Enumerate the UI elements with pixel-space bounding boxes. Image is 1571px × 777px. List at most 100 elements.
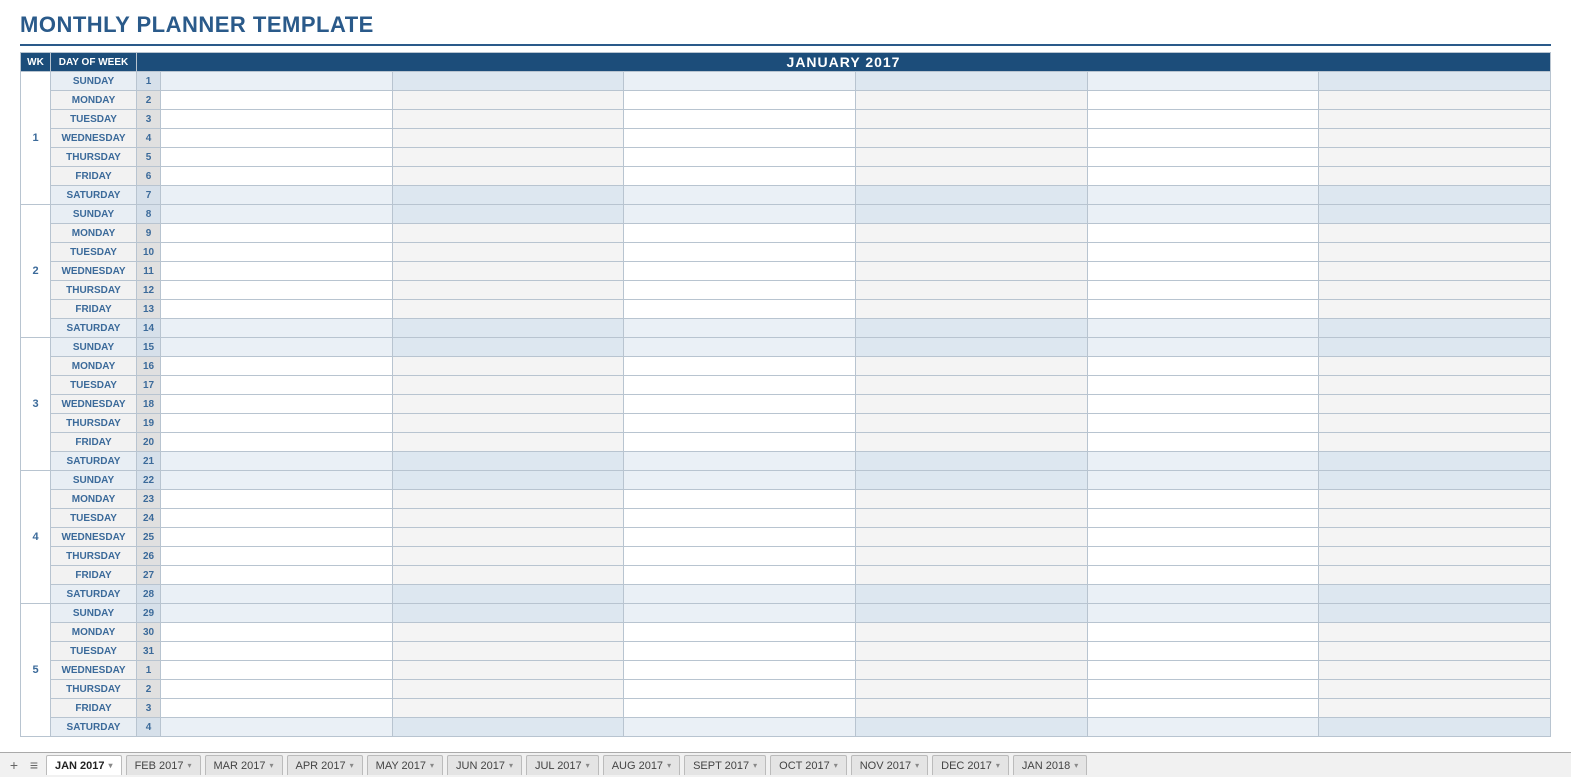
planner-slot[interactable] [1319,718,1551,737]
planner-slot[interactable] [392,566,624,585]
planner-slot[interactable] [1319,224,1551,243]
planner-slot[interactable] [624,243,856,262]
planner-slot[interactable] [1319,243,1551,262]
planner-slot[interactable] [161,395,393,414]
planner-slot[interactable] [855,148,1087,167]
planner-slot[interactable] [392,319,624,338]
planner-slot[interactable] [392,91,624,110]
planner-slot[interactable] [1087,186,1319,205]
planner-slot[interactable] [624,661,856,680]
planner-slot[interactable] [624,129,856,148]
planner-slot[interactable] [161,452,393,471]
planner-slot[interactable] [855,509,1087,528]
planner-slot[interactable] [1087,471,1319,490]
planner-slot[interactable] [161,148,393,167]
planner-slot[interactable] [1319,205,1551,224]
planner-slot[interactable] [161,281,393,300]
planner-slot[interactable] [1319,72,1551,91]
planner-slot[interactable] [392,357,624,376]
sheet-tab[interactable]: AUG 2017▾ [603,755,680,775]
planner-slot[interactable] [624,167,856,186]
planner-slot[interactable] [855,452,1087,471]
planner-slot[interactable] [624,699,856,718]
caret-down-icon[interactable]: ▾ [915,761,919,770]
planner-slot[interactable] [392,243,624,262]
planner-slot[interactable] [624,433,856,452]
planner-slot[interactable] [1087,376,1319,395]
sheet-tab[interactable]: SEPT 2017▾ [684,755,766,775]
planner-slot[interactable] [624,376,856,395]
planner-slot[interactable] [1319,376,1551,395]
planner-slot[interactable] [855,91,1087,110]
planner-slot[interactable] [392,262,624,281]
planner-slot[interactable] [1087,281,1319,300]
planner-slot[interactable] [1319,509,1551,528]
planner-slot[interactable] [392,585,624,604]
planner-slot[interactable] [624,604,856,623]
planner-slot[interactable] [1087,167,1319,186]
planner-slot[interactable] [392,642,624,661]
planner-slot[interactable] [1319,338,1551,357]
planner-slot[interactable] [624,72,856,91]
caret-down-icon[interactable]: ▾ [586,761,590,770]
planner-slot[interactable] [1087,243,1319,262]
planner-slot[interactable] [624,205,856,224]
planner-slot[interactable] [855,395,1087,414]
caret-down-icon[interactable]: ▾ [753,761,757,770]
planner-slot[interactable] [855,72,1087,91]
planner-slot[interactable] [855,414,1087,433]
planner-slot[interactable] [392,395,624,414]
planner-slot[interactable] [624,148,856,167]
planner-slot[interactable] [161,338,393,357]
sheet-tab[interactable]: JUN 2017▾ [447,755,522,775]
planner-slot[interactable] [392,300,624,319]
caret-down-icon[interactable]: ▾ [996,761,1000,770]
sheet-tab[interactable]: MAR 2017▾ [205,755,283,775]
planner-slot[interactable] [1319,167,1551,186]
planner-slot[interactable] [624,623,856,642]
planner-slot[interactable] [624,566,856,585]
planner-slot[interactable] [1319,129,1551,148]
caret-down-icon[interactable]: ▾ [269,761,273,770]
planner-slot[interactable] [1319,433,1551,452]
planner-slot[interactable] [1087,357,1319,376]
planner-slot[interactable] [1087,224,1319,243]
planner-slot[interactable] [1319,91,1551,110]
planner-slot[interactable] [392,490,624,509]
planner-slot[interactable] [161,91,393,110]
planner-slot[interactable] [392,414,624,433]
planner-slot[interactable] [161,490,393,509]
planner-slot[interactable] [855,490,1087,509]
planner-slot[interactable] [1319,357,1551,376]
planner-slot[interactable] [392,604,624,623]
planner-slot[interactable] [1087,490,1319,509]
sheet-tab[interactable]: MAY 2017▾ [367,755,443,775]
planner-slot[interactable] [392,699,624,718]
planner-slot[interactable] [1087,680,1319,699]
planner-slot[interactable] [855,243,1087,262]
planner-slot[interactable] [161,471,393,490]
planner-slot[interactable] [1087,319,1319,338]
planner-slot[interactable] [624,547,856,566]
planner-slot[interactable] [855,680,1087,699]
planner-slot[interactable] [624,471,856,490]
planner-slot[interactable] [1087,338,1319,357]
planner-slot[interactable] [1087,205,1319,224]
planner-slot[interactable] [161,547,393,566]
planner-slot[interactable] [855,699,1087,718]
planner-slot[interactable] [392,433,624,452]
planner-slot[interactable] [161,661,393,680]
planner-slot[interactable] [392,471,624,490]
planner-slot[interactable] [1087,509,1319,528]
sheet-tab[interactable]: JUL 2017▾ [526,755,599,775]
planner-slot[interactable] [624,110,856,129]
planner-slot[interactable] [624,91,856,110]
planner-slot[interactable] [1319,699,1551,718]
planner-slot[interactable] [855,604,1087,623]
caret-down-icon[interactable]: ▾ [109,761,113,770]
planner-slot[interactable] [1319,661,1551,680]
planner-slot[interactable] [624,680,856,699]
planner-slot[interactable] [392,547,624,566]
planner-slot[interactable] [1319,547,1551,566]
planner-slot[interactable] [1087,547,1319,566]
